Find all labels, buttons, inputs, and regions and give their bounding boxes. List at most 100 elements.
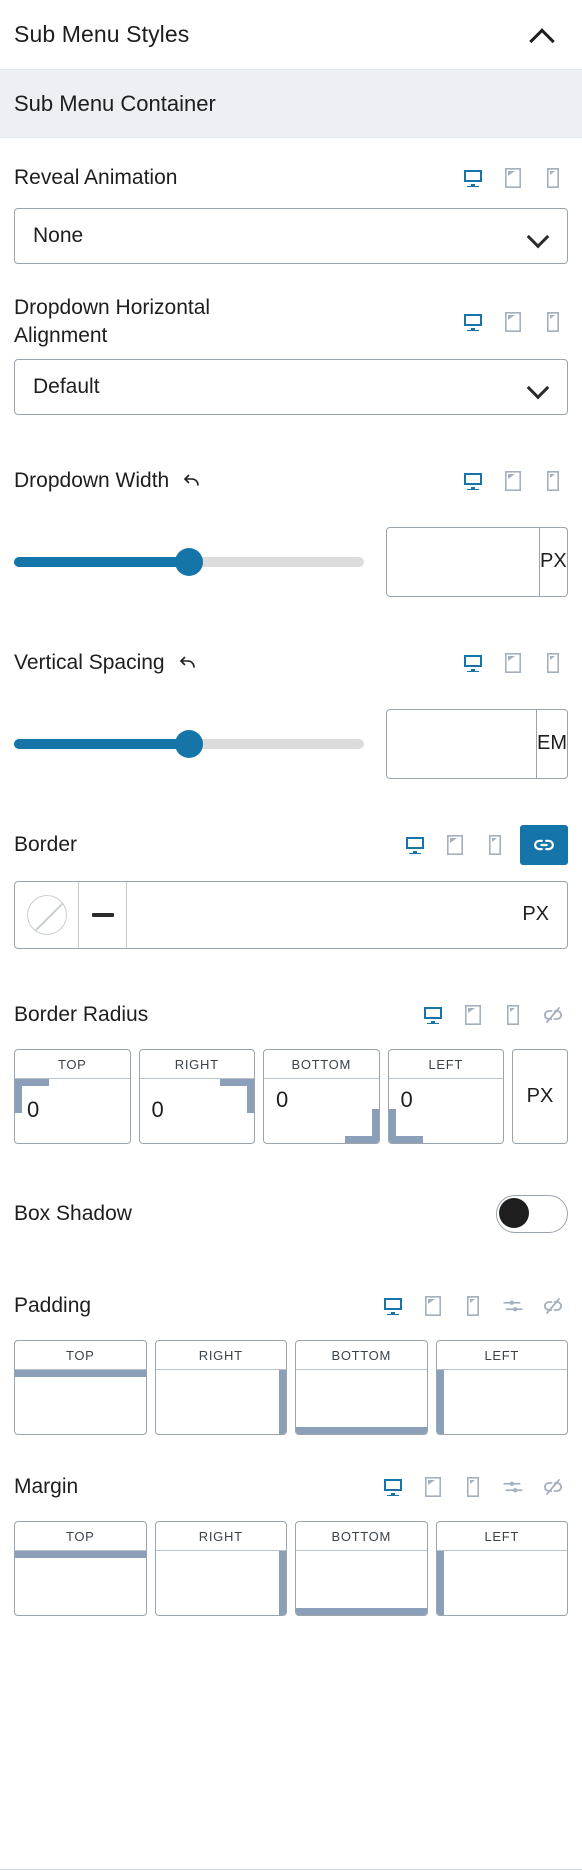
control-dropdown-width: Dropdown Width PX (0, 459, 582, 597)
control-label-line1: Dropdown Horizontal (14, 296, 211, 319)
label-wrap: Reveal Animation (14, 164, 177, 192)
tablet-icon[interactable] (418, 1291, 448, 1321)
chevron-down-icon (527, 229, 549, 243)
slider-knob[interactable] (175, 547, 203, 576)
toggle-knob (499, 1197, 529, 1228)
dim-body (388, 1078, 503, 1143)
dropdown-width-unit[interactable]: PX (539, 526, 568, 597)
link-values-icon[interactable] (520, 824, 568, 865)
mobile-icon[interactable] (498, 1000, 528, 1030)
device-toggle-group (378, 1291, 568, 1321)
control-head: Reveal Animation (14, 156, 568, 200)
border-radius-left-input[interactable] (388, 1078, 503, 1143)
mobile-icon[interactable] (538, 466, 568, 496)
mobile-icon[interactable] (538, 648, 568, 678)
unlink-values-icon[interactable] (538, 1472, 568, 1502)
desktop-icon[interactable] (400, 830, 430, 860)
box-shadow-toggle[interactable] (496, 1194, 568, 1233)
dropdown-width-slider[interactable] (14, 547, 364, 576)
slider-fill (14, 738, 189, 749)
control-label: Dropdown Width (14, 468, 170, 492)
padding-bottom: BOTTOM (295, 1339, 428, 1435)
desktop-icon[interactable] (458, 648, 488, 678)
dim-label: LEFT (436, 1522, 567, 1551)
padding-right-input[interactable] (155, 1369, 286, 1434)
reset-icon[interactable] (181, 471, 201, 491)
padding-bottom-input[interactable] (296, 1369, 427, 1434)
dropdown-horizontal-alignment-select[interactable]: Default (14, 358, 568, 415)
vertical-spacing-input[interactable] (386, 708, 537, 779)
mobile-icon[interactable] (538, 307, 568, 337)
control-box-shadow: Box Shadow (0, 1174, 582, 1254)
desktop-icon[interactable] (378, 1291, 408, 1321)
mobile-icon[interactable] (458, 1291, 488, 1321)
border-style-selector[interactable] (79, 881, 127, 948)
control-label: Dropdown Horizontal Alignment (14, 294, 210, 351)
label-wrap: Vertical Spacing (14, 649, 197, 677)
control-label: Reveal Animation (14, 165, 178, 189)
control-label: Border (14, 832, 78, 856)
dim-label: TOP (15, 1050, 130, 1079)
tablet-icon[interactable] (498, 466, 528, 496)
slider-knob[interactable] (175, 729, 203, 758)
mobile-icon[interactable] (538, 163, 568, 193)
dropdown-width-input[interactable] (386, 526, 540, 597)
margin-left-input[interactable] (436, 1550, 567, 1615)
dim-body (436, 1369, 567, 1434)
dim-body (155, 1369, 286, 1434)
border-color-swatch[interactable] (15, 881, 79, 948)
margin-right-input[interactable] (155, 1550, 286, 1615)
unlink-values-icon[interactable] (538, 1291, 568, 1321)
desktop-icon[interactable] (418, 1000, 448, 1030)
dropdown-width-number-unit: PX (386, 526, 568, 597)
mobile-icon[interactable] (458, 1472, 488, 1502)
dim-body (15, 1078, 130, 1143)
desktop-icon[interactable] (458, 307, 488, 337)
tablet-icon[interactable] (498, 163, 528, 193)
tablet-icon[interactable] (440, 830, 470, 860)
reset-icon[interactable] (177, 653, 197, 673)
border-width-input[interactable]: PX (127, 882, 567, 948)
dim-body (139, 1078, 254, 1143)
tablet-icon[interactable] (498, 648, 528, 678)
border-radius-right-input[interactable] (139, 1078, 254, 1143)
reveal-animation-select[interactable]: None (14, 208, 568, 264)
dropdown-horizontal-alignment-value: Default (33, 374, 100, 398)
border-radius-unit[interactable]: PX (512, 1048, 568, 1144)
tablet-icon[interactable] (458, 1000, 488, 1030)
dim-label: RIGHT (155, 1341, 286, 1370)
unlink-values-icon[interactable] (538, 1000, 568, 1030)
vertical-spacing-unit[interactable]: EM (537, 708, 568, 779)
control-label: Vertical Spacing (14, 650, 165, 674)
control-border-radius: Border Radius TOP 0 RIGHT 0 BOTTOM 0 LEF… (0, 993, 582, 1144)
device-toggle-group (418, 1000, 568, 1030)
control-padding: Padding TOP RIGHT BOTTOM LEFT (0, 1284, 582, 1435)
desktop-icon[interactable] (378, 1472, 408, 1502)
dim-label: RIGHT (155, 1522, 286, 1551)
section-header-sub-menu-styles[interactable]: Sub Menu Styles (0, 0, 582, 70)
label-wrap: Padding (14, 1292, 91, 1320)
vertical-spacing-slider[interactable] (14, 729, 364, 758)
margin-bottom-input[interactable] (296, 1550, 427, 1615)
dim-label: BOTTOM (296, 1341, 427, 1370)
dim-body (296, 1550, 427, 1615)
mobile-icon[interactable] (480, 830, 510, 860)
dim-label: LEFT (388, 1050, 503, 1079)
border-radius-top-input[interactable] (15, 1078, 130, 1143)
margin-top-input[interactable] (15, 1550, 146, 1615)
border-radius-fields: TOP RIGHT BOTTOM (14, 1048, 568, 1144)
border-radius-bottom-input[interactable] (264, 1078, 379, 1143)
label-wrap: Dropdown Width (14, 467, 201, 495)
vertical-spacing-number-unit: EM (386, 708, 568, 779)
tablet-icon[interactable] (498, 307, 528, 337)
tablet-icon[interactable] (418, 1472, 448, 1502)
desktop-icon[interactable] (458, 163, 488, 193)
sliders-icon[interactable] (498, 1472, 528, 1502)
padding-left-input[interactable] (436, 1369, 567, 1434)
sliders-icon[interactable] (498, 1291, 528, 1321)
control-label: Box Shadow (14, 1201, 132, 1225)
chevron-up-icon[interactable] (530, 27, 556, 43)
desktop-icon[interactable] (458, 466, 488, 496)
padding-top-input[interactable] (15, 1369, 146, 1434)
margin-top: TOP (14, 1520, 147, 1616)
